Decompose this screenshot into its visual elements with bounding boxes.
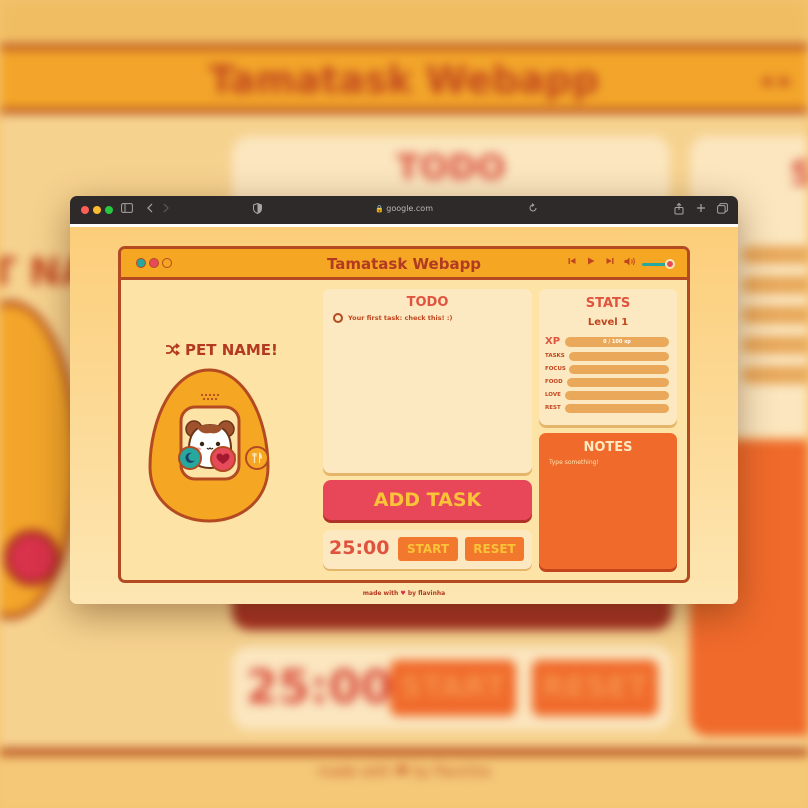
task-checkbox[interactable] (333, 313, 343, 323)
bg-reset-button: RESET (532, 660, 658, 716)
stat-label: LOVE (545, 392, 561, 398)
bg-bottom-line (0, 748, 808, 756)
stat-label: FOCUS (545, 366, 566, 372)
bg-bar (742, 246, 808, 264)
page-content: Tamatask Webapp PET NAME! TODO Your firs… (70, 227, 738, 604)
notes-panel[interactable]: NOTES Type something! (539, 433, 677, 569)
stats-title: STATS (585, 296, 631, 311)
bg-start-label: START (400, 670, 506, 705)
bg-bar (742, 306, 808, 324)
heart-icon (216, 453, 230, 464)
play-icon[interactable] (587, 257, 595, 268)
bg-bar (742, 276, 808, 294)
bg-title: Tamatask Webapp (208, 58, 600, 102)
bg-heart-button (4, 530, 60, 586)
timer-display: 25:00 (329, 537, 390, 559)
add-task-button[interactable]: ADD TASK (323, 480, 532, 520)
browser-window: 🔒 google.com Tamatask Webapp PET NAME! T… (70, 196, 738, 604)
stats-panel: STATS Level 1 XP 0 / 100 xp TASKS FOCUS … (539, 289, 677, 425)
lock-icon: 🔒 (375, 205, 384, 213)
bg-controls: ◂ ▸ (759, 66, 792, 94)
todo-panel: TODO Your first task: check this! :) (323, 289, 532, 473)
browser-toolbar: 🔒 google.com (70, 196, 738, 224)
focus-bar (569, 365, 669, 374)
pomodoro-timer: 25:00 START RESET (323, 530, 532, 569)
heart-icon: ♥ (400, 590, 406, 597)
level-label: Level 1 (587, 317, 629, 328)
volume-slider-knob[interactable] (665, 259, 675, 269)
next-track-icon[interactable] (606, 257, 614, 268)
tabs-overview-icon[interactable] (717, 203, 728, 217)
footer-suffix: by flavinha (407, 590, 446, 597)
tasks-bar (569, 352, 669, 361)
url-text: google.com (386, 204, 433, 213)
food-bar (567, 378, 669, 387)
start-button[interactable]: START (398, 537, 458, 561)
shuffle-icon[interactable] (165, 341, 180, 360)
reset-button[interactable]: RESET (465, 537, 524, 561)
footer-prefix: made with (362, 590, 399, 597)
love-bar (565, 391, 669, 400)
task-item[interactable]: Your first task: check this! :) (333, 313, 452, 323)
xp-bar: 0 / 100 xp (565, 337, 669, 347)
fork-knife-icon (252, 452, 263, 463)
volume-slider[interactable] (642, 263, 667, 266)
bg-stats-fragment: S (790, 154, 808, 194)
xp-label: XP (545, 336, 561, 347)
sleep-button[interactable] (178, 446, 202, 470)
task-text: Your first task: check this! :) (348, 314, 453, 322)
pet-name-row: PET NAME! (165, 341, 278, 359)
bg-todo-title: TODO (396, 148, 506, 188)
app-title: Tamatask Webapp (326, 255, 482, 273)
notes-title: NOTES (583, 440, 633, 455)
stat-label: REST (545, 405, 561, 411)
page-footer: made with ♥ by flavinha (70, 590, 738, 597)
notes-textarea[interactable]: Type something! (549, 459, 599, 466)
bg-bar (742, 336, 808, 354)
stat-label: FOOD (545, 379, 563, 385)
bg-top-stripe (0, 0, 808, 46)
rest-bar (565, 404, 669, 413)
bg-footer: made with ♥ by flavinha (317, 764, 491, 780)
love-button[interactable] (210, 446, 236, 472)
feed-button[interactable] (245, 446, 269, 470)
pet-name[interactable]: PET NAME! (185, 341, 278, 359)
bg-reset-label: RESET (541, 670, 649, 705)
url-bar[interactable]: 🔒 google.com (70, 204, 738, 213)
bg-start-button: START (390, 660, 516, 716)
moon-icon (185, 452, 195, 463)
share-icon[interactable] (674, 202, 684, 217)
reload-icon[interactable] (528, 203, 538, 217)
tamatask-app: Tamatask Webapp PET NAME! TODO Your firs… (118, 246, 690, 583)
todo-title: TODO (406, 295, 449, 310)
bg-bar (742, 366, 808, 384)
stat-label: TASKS (545, 353, 565, 359)
previous-track-icon[interactable] (568, 257, 576, 268)
volume-icon[interactable] (624, 257, 636, 269)
new-tab-icon[interactable] (696, 203, 706, 217)
bg-timer: 25:00 (246, 660, 393, 714)
app-header: Tamatask Webapp (121, 249, 687, 280)
